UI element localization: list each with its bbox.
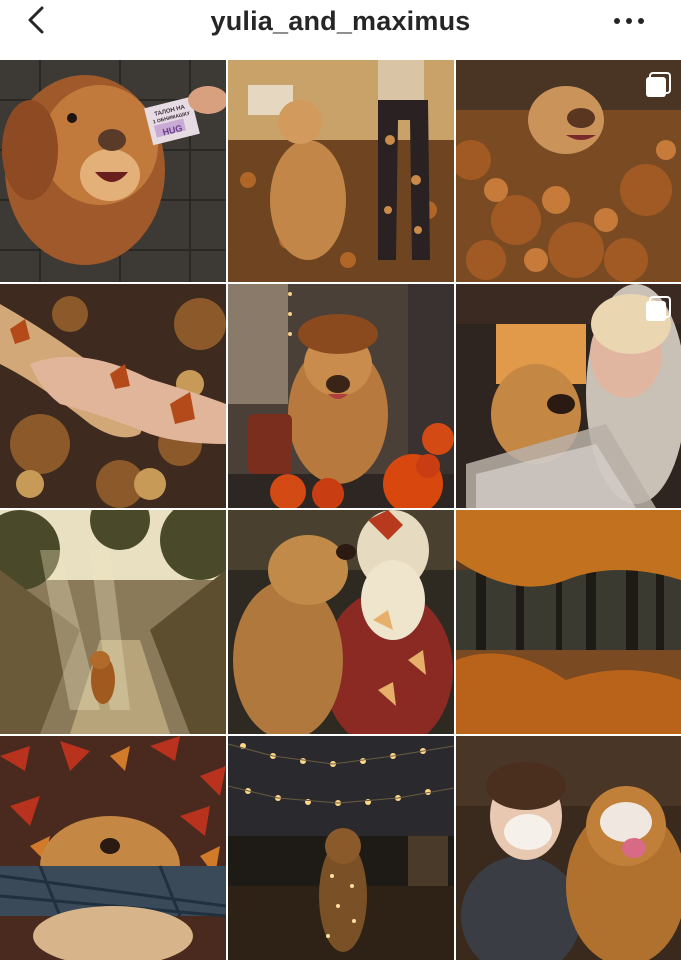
post-forest-through-leaf[interactable] xyxy=(456,510,681,734)
dog-kissing-woman-photo xyxy=(228,510,454,734)
post-dog-on-sunny-path[interactable] xyxy=(0,510,226,734)
multiple-photos-icon xyxy=(646,72,671,97)
more-options-button[interactable] xyxy=(607,8,651,38)
boy-and-dog-cake-photo xyxy=(456,736,681,960)
post-dog-jumping-leaves[interactable] xyxy=(228,60,454,282)
post-dog-in-red-leaves[interactable] xyxy=(0,736,226,960)
dog-on-sunny-path-photo xyxy=(0,510,226,734)
post-dog-and-woman[interactable] xyxy=(456,284,681,508)
post-dog-kissing-woman[interactable] xyxy=(228,510,454,734)
post-dog-with-coupon[interactable]: ТАЛОН НА 1 ОБНИМАШКУ HUG xyxy=(0,60,226,282)
multiple-photos-icon xyxy=(646,296,671,321)
profile-header: yulia_and_maximus xyxy=(0,0,681,58)
posts-grid: ТАЛОН НА 1 ОБНИМАШКУ HUG xyxy=(0,58,681,960)
post-dog-with-pumpkins[interactable] xyxy=(228,284,454,508)
dog-jumping-leaves-photo xyxy=(228,60,454,282)
post-paw-and-hand[interactable] xyxy=(0,284,226,508)
dog-in-red-leaves-photo xyxy=(0,736,226,960)
forest-through-leaf-photo xyxy=(456,510,681,734)
post-boy-and-dog-cake[interactable] xyxy=(456,736,681,960)
more-horizontal-icon xyxy=(614,18,644,24)
paw-and-hand-photo xyxy=(0,284,226,508)
post-dog-with-lights[interactable] xyxy=(228,736,454,960)
dog-with-lights-photo xyxy=(228,736,454,960)
profile-username: yulia_and_maximus xyxy=(210,6,471,36)
post-dog-in-leaf-pile[interactable] xyxy=(456,60,681,282)
dog-with-pumpkins-photo xyxy=(228,284,454,508)
dog-with-coupon-photo: ТАЛОН НА 1 ОБНИМАШКУ HUG xyxy=(0,60,226,282)
